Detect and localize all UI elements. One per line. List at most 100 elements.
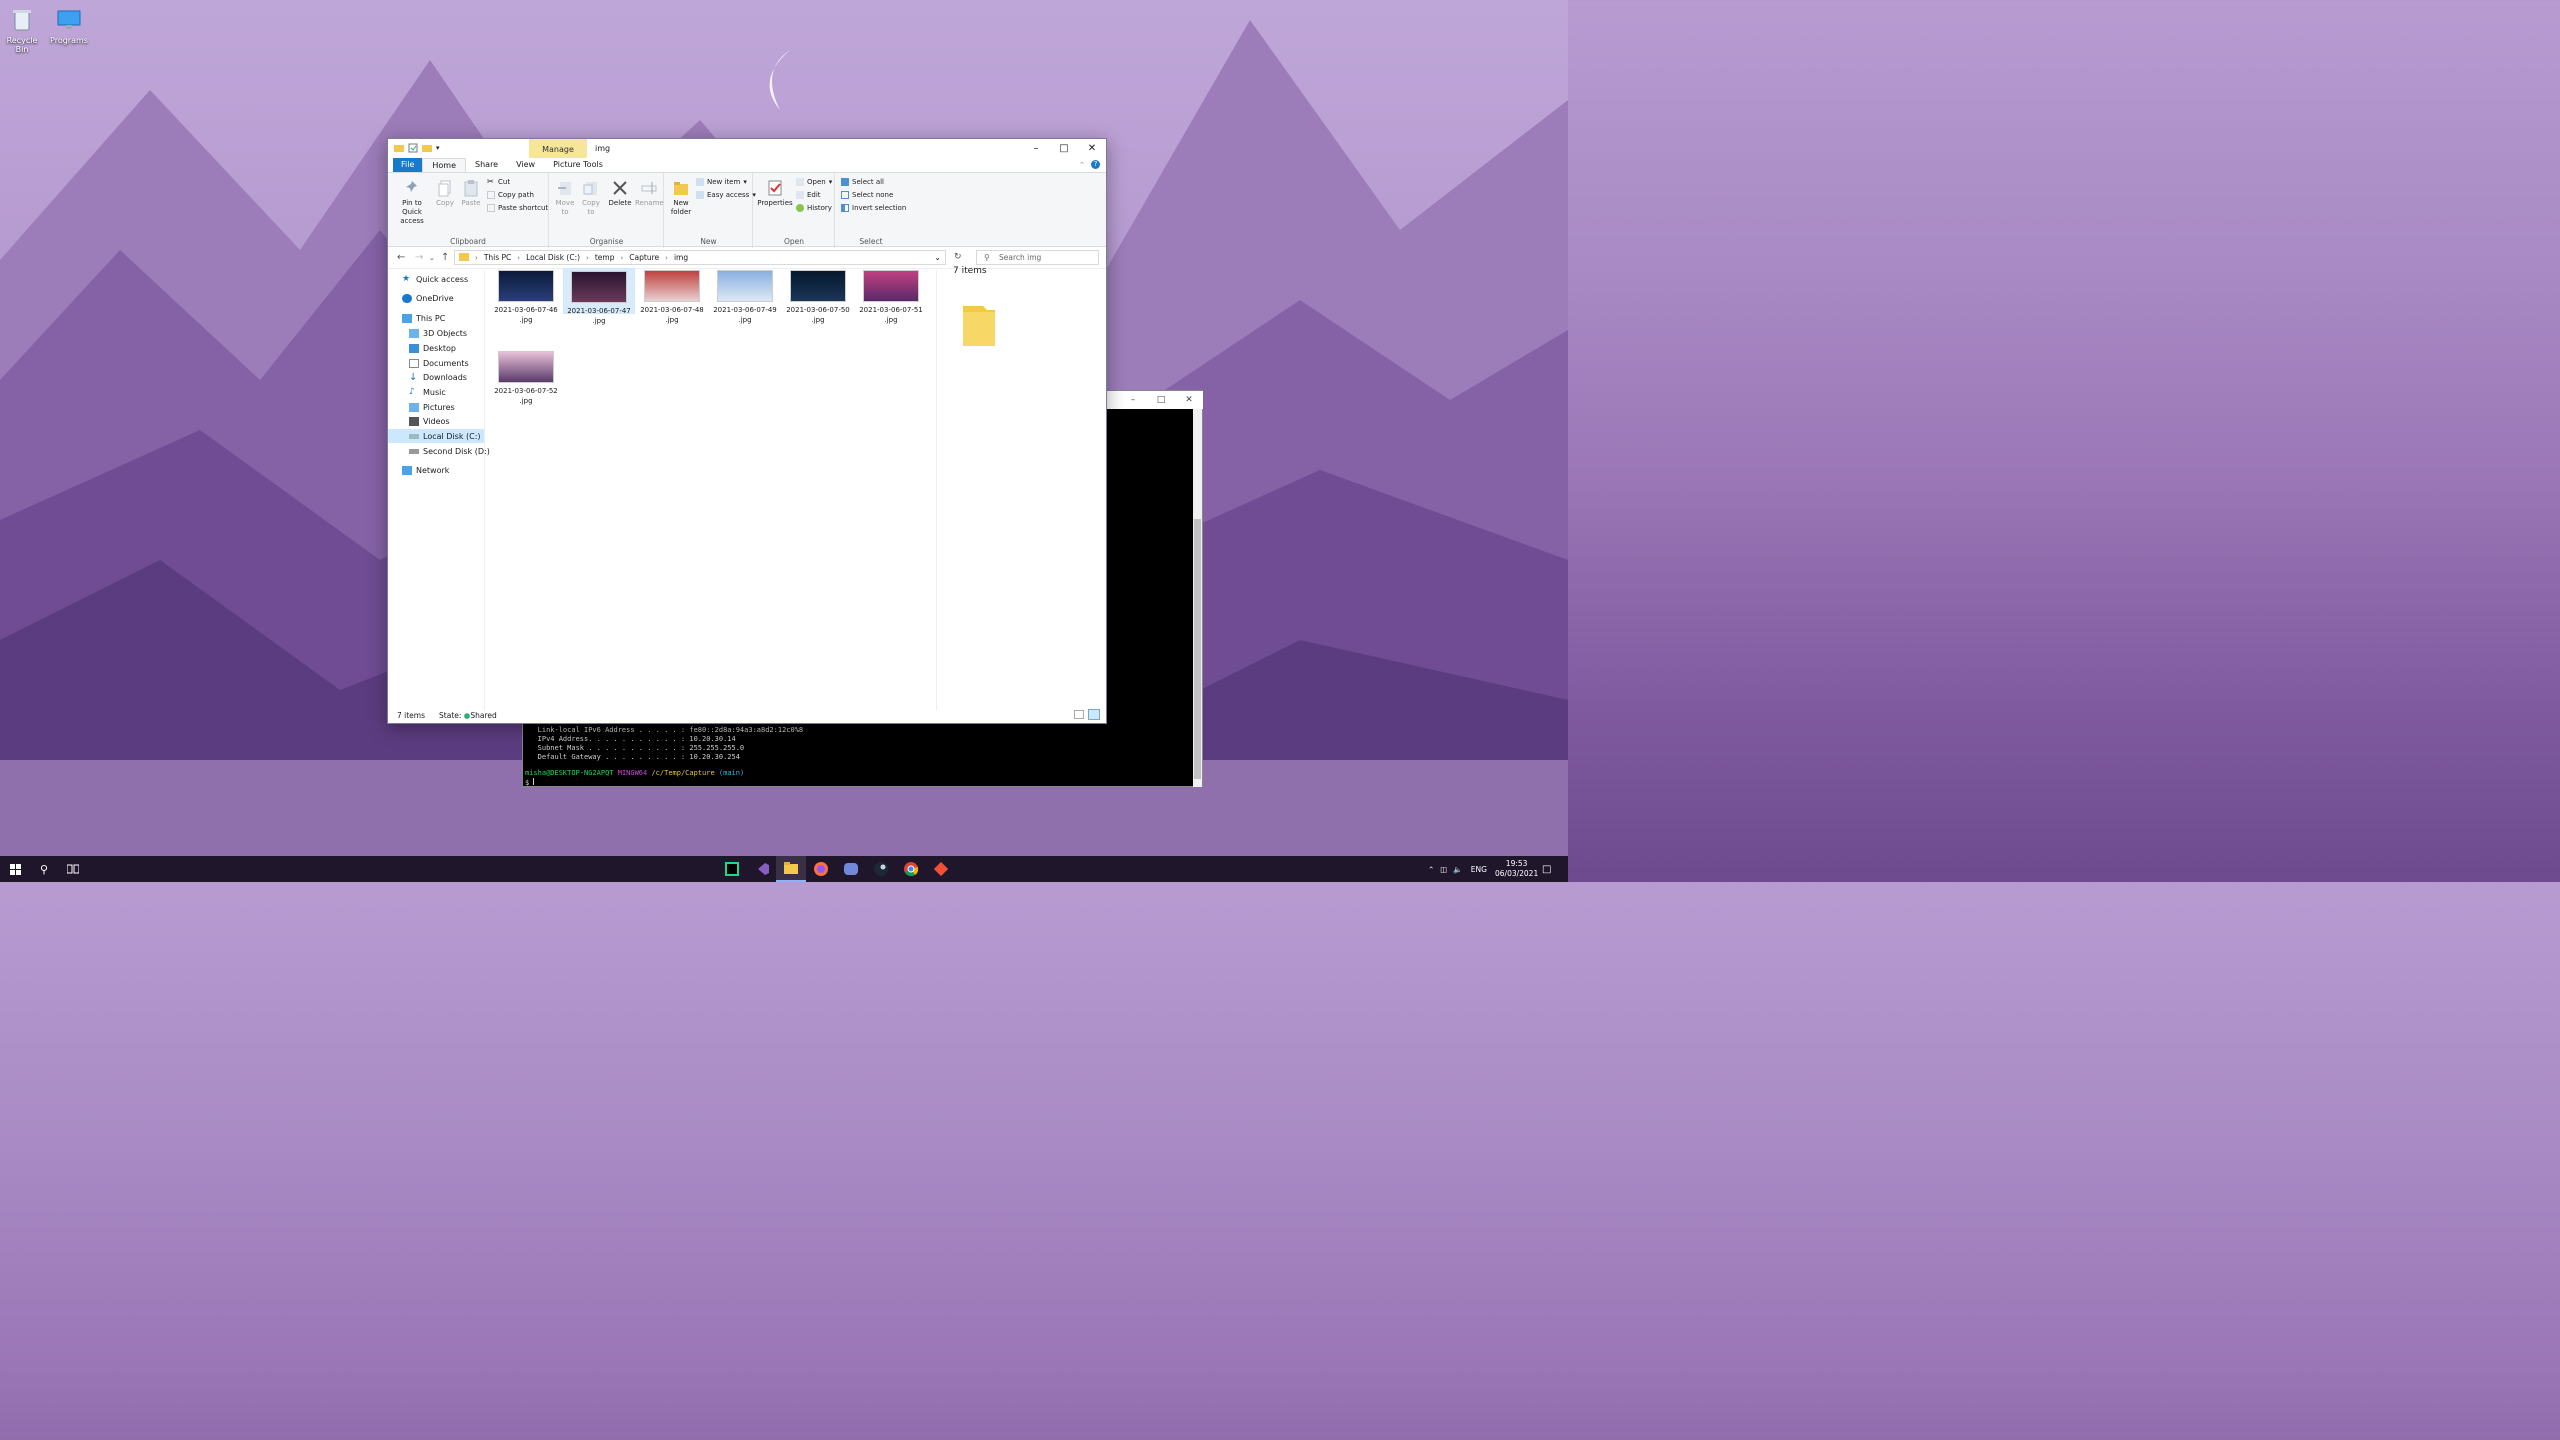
breadcrumb-capture[interactable]: Capture <box>629 253 659 262</box>
firefox-icon[interactable] <box>806 856 836 882</box>
breadcrumb-local-disk[interactable]: Local Disk (C:) <box>526 253 580 262</box>
file-item[interactable]: 2021-03-06-07-49 .jpg <box>709 270 781 325</box>
search-icon[interactable]: ⚲ <box>29 856 59 882</box>
maximize-button[interactable]: □ <box>1147 391 1175 409</box>
steam-icon[interactable] <box>866 856 896 882</box>
copy-to-button[interactable]: Copy to <box>580 179 602 217</box>
large-icons-view-icon[interactable] <box>1088 709 1100 720</box>
copy-path-button[interactable]: Copy path <box>487 191 534 199</box>
nav-3d-objects[interactable]: 3D Objects <box>409 326 467 340</box>
tab-view[interactable]: View <box>507 158 544 172</box>
desktop-icon-programs[interactable]: Programs <box>47 6 91 45</box>
minimize-button[interactable]: – <box>1022 139 1050 158</box>
file-item[interactable]: 2021-03-06-07-48 .jpg <box>636 270 708 325</box>
nav-desktop[interactable]: Desktop <box>409 341 456 355</box>
details-view-icon[interactable] <box>1074 710 1084 719</box>
breadcrumb[interactable]: › This PC › Local Disk (C:) › temp › Cap… <box>454 250 946 265</box>
cut-button[interactable]: ✂ Cut <box>487 178 510 187</box>
breadcrumb-img[interactable]: img <box>674 253 688 262</box>
tab-file[interactable]: File <box>393 158 423 172</box>
paste-button[interactable]: Paste <box>459 179 483 208</box>
refresh-icon[interactable]: ↻ <box>954 252 962 262</box>
network-icon[interactable]: ◫ <box>1440 865 1447 874</box>
properties-button[interactable]: Properties <box>757 179 793 208</box>
language-indicator[interactable]: ENG <box>1471 865 1487 874</box>
file-item[interactable]: 2021-03-06-07-50 .jpg <box>782 270 854 325</box>
back-arrow-icon[interactable]: ← <box>397 252 405 263</box>
file-list[interactable]: 2021-03-06-07-46 .jpg 2021-03-06-07-47 .jp… <box>486 268 936 710</box>
chevron-up-icon[interactable]: ⌃ <box>1428 865 1434 874</box>
tab-home[interactable]: Home <box>422 158 467 172</box>
nav-quick-access[interactable]: ★ Quick access <box>402 272 468 286</box>
nav-onedrive[interactable]: OneDrive <box>402 291 454 305</box>
new-folder-button[interactable]: New folder <box>668 179 694 217</box>
clock[interactable]: 19:53 06/03/2021 <box>1495 856 1538 882</box>
file-item-selected[interactable]: 2021-03-06-07-47 .jpg <box>563 268 635 325</box>
nav-label: Local Disk (C:) <box>423 431 481 441</box>
file-item[interactable]: 2021-03-06-07-46 .jpg <box>490 270 562 325</box>
up-arrow-icon[interactable]: ↑ <box>441 252 449 263</box>
nav-music[interactable]: ♪ Music <box>409 385 446 399</box>
select-none-button[interactable]: Select none <box>841 191 893 199</box>
new-item-button[interactable]: New item ▾ <box>696 178 747 186</box>
history-button[interactable]: History <box>796 204 832 212</box>
chevron-up-icon[interactable]: ⌃ <box>1079 161 1085 169</box>
file-explorer-window[interactable]: ▾ Manage img – □ ✕ File Home Share View … <box>387 138 1107 724</box>
visual-studio-icon[interactable] <box>747 856 777 882</box>
search-input[interactable]: Search img <box>976 250 1099 265</box>
tab-share[interactable]: Share <box>466 158 507 172</box>
nav-second-disk-d[interactable]: Second Disk (D:) <box>409 444 490 458</box>
chevron-down-icon[interactable]: ⌄ <box>934 253 941 262</box>
open-button[interactable]: Open ▾ <box>796 178 832 186</box>
terminal-scrollbar[interactable] <box>1193 409 1202 787</box>
notification-center-icon[interactable]: □ <box>1542 856 1551 882</box>
properties-icon[interactable] <box>408 143 418 153</box>
start-windows-icon[interactable] <box>0 856 30 882</box>
close-button[interactable]: ✕ <box>1078 139 1106 158</box>
nav-downloads[interactable]: ↓ Downloads <box>409 370 467 384</box>
manage-context-tab[interactable]: Manage <box>529 139 587 158</box>
edit-button[interactable]: Edit <box>796 191 821 199</box>
new-folder-icon[interactable] <box>422 143 432 153</box>
paste-shortcut-button[interactable]: Paste shortcut <box>487 204 548 212</box>
file-name: 2021-03-06-07-52 <box>494 387 558 395</box>
discord-icon[interactable] <box>836 856 866 882</box>
nav-local-disk-c[interactable]: Local Disk (C:) <box>388 429 484 443</box>
volume-icon[interactable]: 🔈 <box>1453 865 1462 874</box>
maximize-button[interactable]: □ <box>1050 139 1078 158</box>
terminal-input-line[interactable]: $ <box>525 778 535 787</box>
invert-selection-button[interactable]: Invert selection <box>841 204 906 212</box>
copy-button[interactable]: Copy <box>434 179 456 208</box>
nav-network[interactable]: Network <box>402 463 449 477</box>
pycharm-icon[interactable] <box>717 856 747 882</box>
file-explorer-icon[interactable] <box>776 856 806 882</box>
desktop-icon-recycle-bin[interactable]: Recycle Bin <box>0 6 44 54</box>
nav-pictures[interactable]: Pictures <box>409 400 455 414</box>
breadcrumb-this-pc[interactable]: This PC <box>484 253 511 262</box>
scrollbar-thumb[interactable] <box>1194 519 1201 779</box>
customize-toolbar-icon[interactable]: ▾ <box>436 143 446 153</box>
close-button[interactable]: ✕ <box>1175 391 1203 409</box>
rename-button[interactable]: Rename <box>635 179 664 208</box>
nav-documents[interactable]: Documents <box>409 356 469 370</box>
chrome-icon[interactable] <box>896 856 926 882</box>
delete-button[interactable]: Delete <box>607 179 633 208</box>
file-item[interactable]: 2021-03-06-07-52 .jpg <box>490 351 562 406</box>
git-icon[interactable] <box>926 856 956 882</box>
breadcrumb-temp[interactable]: temp <box>595 253 615 262</box>
file-item[interactable]: 2021-03-06-07-51 .jpg <box>855 270 927 325</box>
nav-this-pc[interactable]: This PC <box>402 311 445 325</box>
pin-quick-access-button[interactable]: Pin to Quick access <box>392 179 432 226</box>
nav-videos[interactable]: Videos <box>409 414 450 428</box>
select-all-button[interactable]: Select all <box>841 178 884 186</box>
recent-locations-chevron-icon[interactable]: ⌄ <box>429 254 435 262</box>
move-to-button[interactable]: Move to <box>554 179 576 217</box>
title-bar[interactable]: ▾ Manage img – □ ✕ <box>388 139 1106 158</box>
help-icon[interactable]: ? <box>1091 160 1100 169</box>
forward-arrow-icon[interactable]: → <box>415 252 423 263</box>
invert-selection-label: Invert selection <box>852 204 907 212</box>
task-view-icon[interactable] <box>58 856 88 882</box>
tab-picture-tools[interactable]: Picture Tools <box>544 158 612 172</box>
easy-access-button[interactable]: Easy access ▾ <box>696 191 756 199</box>
minimize-button[interactable]: – <box>1119 391 1147 409</box>
